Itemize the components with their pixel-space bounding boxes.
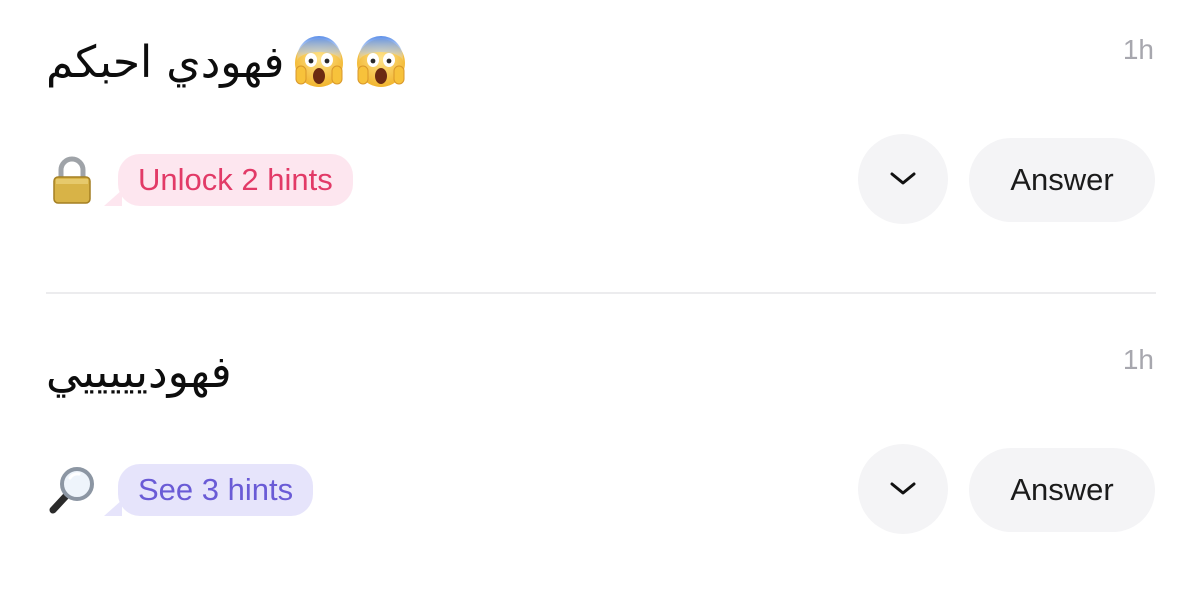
answer-label: Answer (1010, 162, 1114, 197)
question-content: فهودي احبكم (46, 28, 408, 98)
expand-button[interactable] (858, 444, 948, 534)
timestamp: 1h (1122, 34, 1154, 65)
question-content: فهوديييييي (46, 338, 232, 408)
bubble-tail (104, 190, 122, 206)
see-hints-button[interactable]: See 3 hints (104, 464, 314, 516)
timestamp: 1h (1122, 344, 1154, 375)
hint-row: Unlock 2 hints (46, 150, 353, 210)
answer-label: Answer (1010, 472, 1114, 507)
question-text: فهوديييييي (46, 347, 232, 398)
magnifying-glass-icon (46, 464, 98, 516)
answer-button[interactable]: Answer (969, 138, 1155, 222)
question-text: فهودي احبكم (46, 37, 285, 88)
chevron-down-icon (890, 482, 916, 495)
padlock-icon (46, 154, 98, 206)
hint-row: See 3 hints (46, 460, 314, 520)
divider (46, 292, 1156, 294)
answer-button[interactable]: Answer (969, 448, 1155, 532)
unlock-hints-button[interactable]: Unlock 2 hints (104, 154, 353, 206)
bubble-tail (104, 500, 122, 516)
hint-label: See 3 hints (138, 472, 294, 507)
questions-feed: فهودي احبكم 1h Unlock 2 hints Answer فهو… (0, 0, 1200, 592)
chevron-down-icon (890, 172, 916, 185)
expand-button[interactable] (858, 134, 948, 224)
question-card: فهوديييييي 1h See 3 hints Answer (0, 310, 1200, 592)
hint-label: Unlock 2 hints (138, 162, 333, 197)
screaming-face-icon (354, 36, 408, 90)
question-card: فهودي احبكم 1h Unlock 2 hints Answer (0, 0, 1200, 294)
screaming-face-icon (292, 36, 346, 90)
